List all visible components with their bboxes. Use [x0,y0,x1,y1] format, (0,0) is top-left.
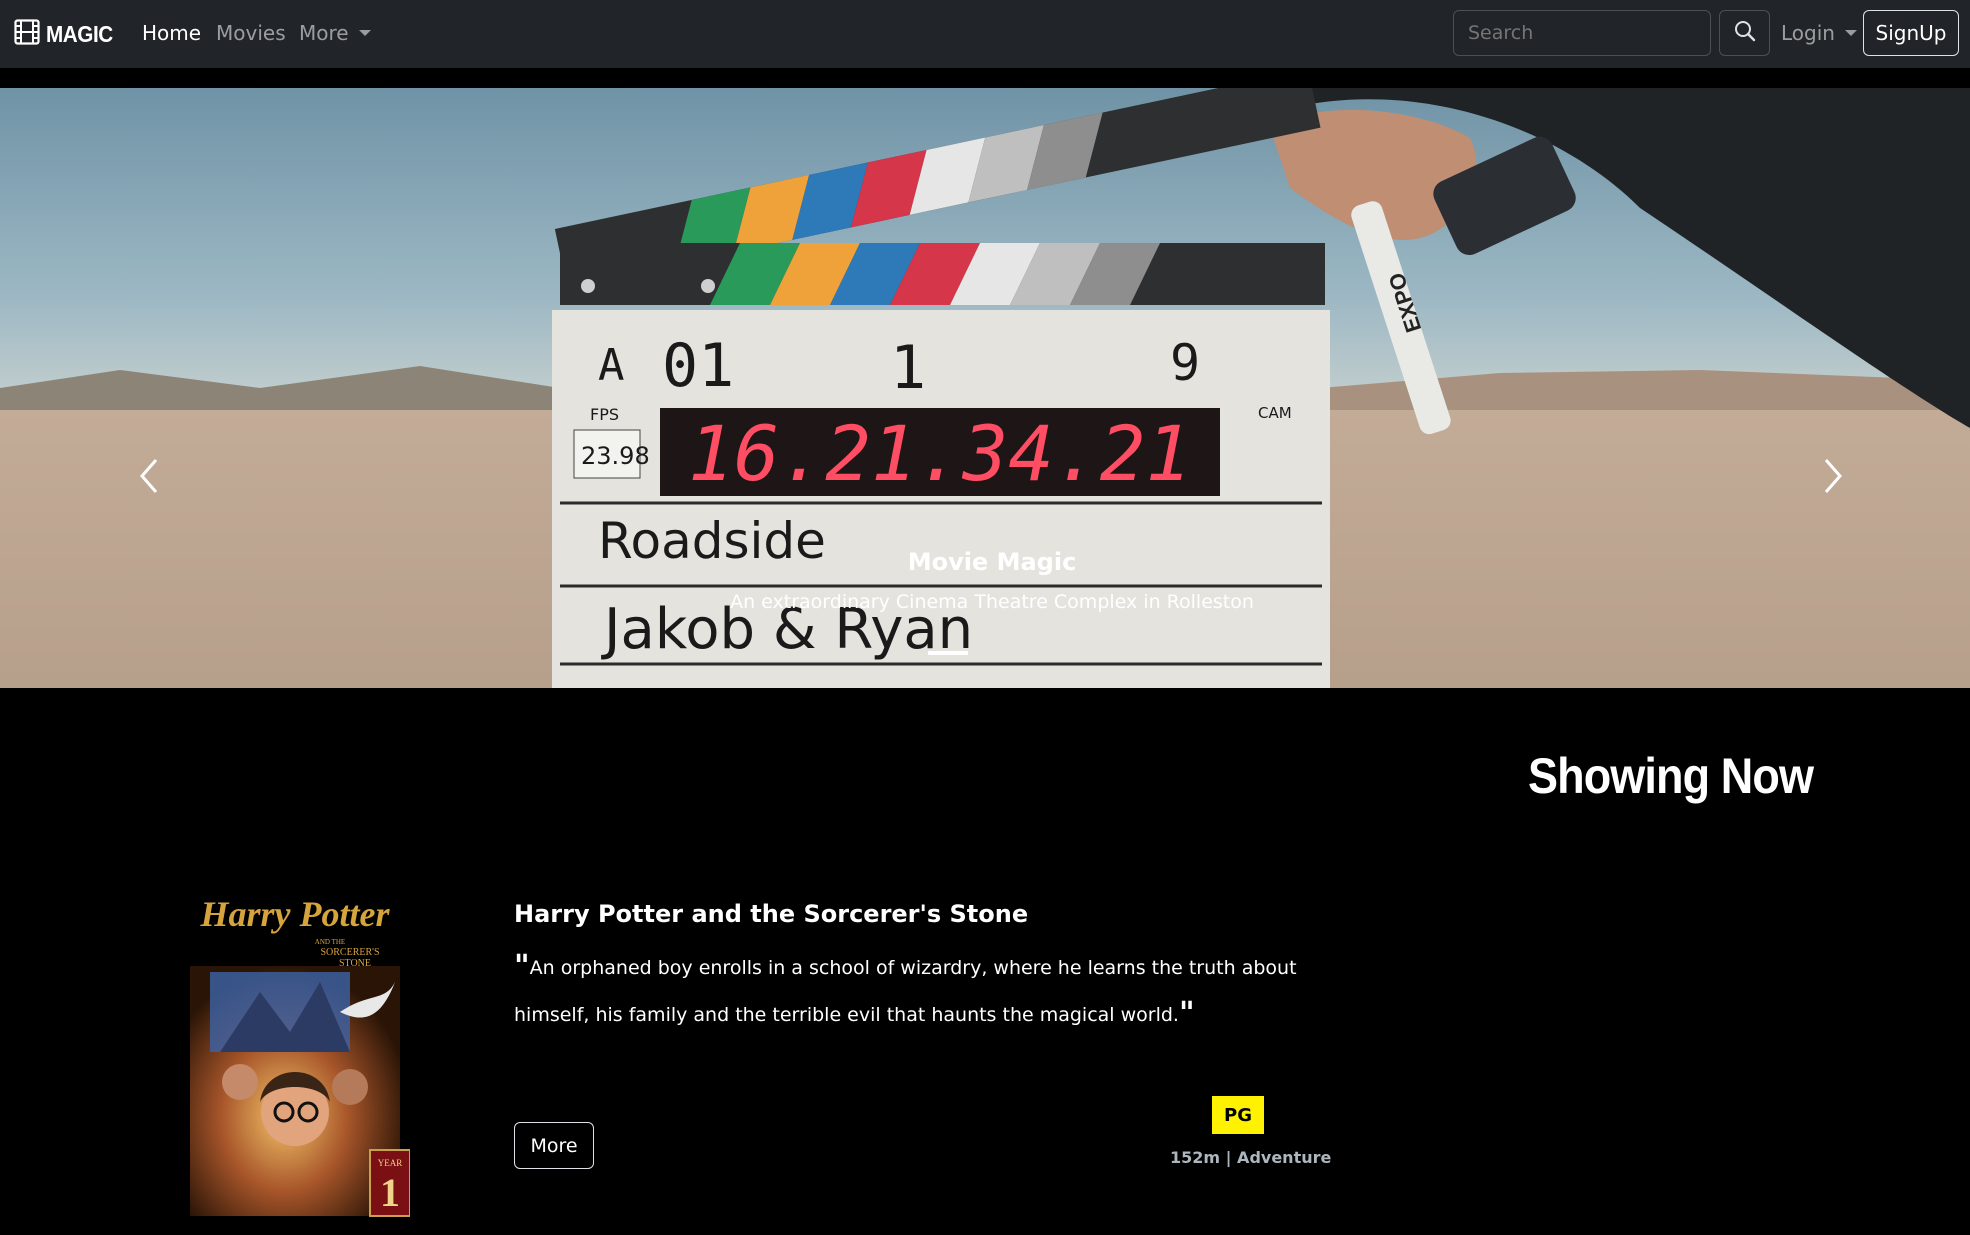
search-input[interactable] [1453,10,1711,56]
clapper-cam-label: CAM [1258,404,1292,422]
brand-logo[interactable]: MAGIC [14,19,120,49]
movie-more-button[interactable]: More [514,1122,594,1169]
poster-title-sorcerers: SORCERER'S [320,947,379,958]
poster-title: Harry Potter [200,894,391,934]
chevron-down-icon [358,29,371,36]
close-quote: " [1178,996,1195,1031]
movie-description: "An orphaned boy enrolls in a school of … [514,945,1314,1039]
clapper-scene: 01 [662,331,734,401]
movie-meta: 152m | Adventure [1170,1148,1332,1167]
search-icon [1734,20,1756,46]
login-label: Login [1781,21,1835,45]
clapper-fps: 23.98 [581,442,650,470]
movie-title: Harry Potter and the Sorcerer's Stone [514,900,1029,928]
poster-year-label: YEAR [378,1158,403,1168]
movie-poster[interactable]: YEAR 1 Harry Potter AND THE SORCERER'S S… [180,882,410,1218]
carousel-caption-title: Movie Magic [907,548,1077,576]
search-button[interactable] [1719,10,1770,56]
nav-more-label: More [299,21,349,45]
carousel-caption-subtitle: An extraordinary Cinema Theatre Complex … [730,591,1254,613]
clapper-timecode: 16.21.34.21 [688,409,1191,498]
poster-year-number: 1 [380,1170,400,1215]
nav-more-dropdown[interactable]: More [299,21,371,45]
clapper-take: 9 [1170,334,1200,392]
nav-movies[interactable]: Movies [216,21,286,45]
section-title: Showing Now [1528,748,1814,804]
clapper-take-scene: 1 [890,333,926,403]
film-icon [14,19,40,49]
brand-name: MAGIC [46,20,113,47]
clapper-fps-label: FPS [590,405,619,424]
chevron-down-icon [1844,29,1857,36]
top-navbar: MAGIC Home Movies More Login SignUp [0,0,1970,68]
poster-title-and: AND THE [315,938,345,946]
nav-home[interactable]: Home [142,21,201,45]
rating-badge: PG [1212,1096,1264,1134]
chevron-right-icon [1824,459,1842,493]
poster-title-stone: STONE [339,958,371,969]
carousel-indicators [928,651,968,655]
clapper-roll: A [598,340,625,391]
carousel-indicator[interactable] [928,651,968,655]
carousel-next-button[interactable] [1818,456,1848,496]
chevron-left-icon [140,459,158,493]
hero-carousel: EXPO A 01 1 9 FPS 23.98 CAM 16.21.34.21 … [0,88,1970,688]
carousel-prev-button[interactable] [134,456,164,496]
open-quote: " [514,949,530,984]
signup-button[interactable]: SignUp [1863,10,1959,56]
login-dropdown[interactable]: Login [1781,21,1857,45]
